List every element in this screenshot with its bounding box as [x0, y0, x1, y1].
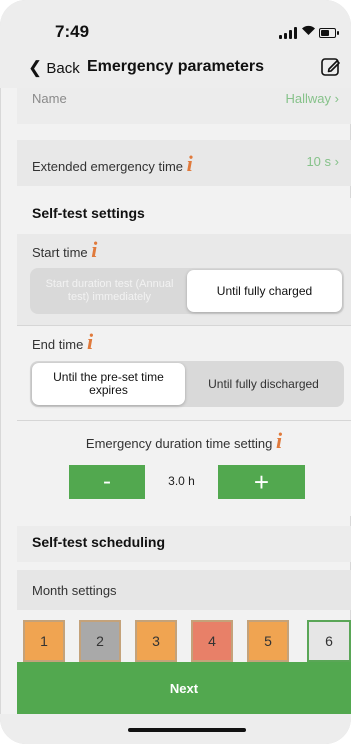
start-time-option-immediate[interactable]: Start duration test (Annual test) immedi… [32, 270, 187, 312]
end-time-label: End time i [32, 331, 93, 353]
name-row[interactable]: Name Hallway › [17, 88, 351, 124]
extended-emergency-time-value-text: 10 s [306, 154, 332, 169]
extended-emergency-time-label: Extended emergency time i [32, 153, 193, 175]
emergency-duration-label: Emergency duration time setting i [17, 430, 351, 452]
end-time-text: End time [32, 337, 84, 352]
month-settings-label: Month settings [32, 583, 117, 598]
home-indicator [128, 728, 246, 732]
self-test-settings-text: Self-test settings [32, 205, 145, 221]
extended-emergency-time-row[interactable]: Extended emergency time i 10 s › [17, 140, 351, 186]
info-icon[interactable]: i [91, 237, 97, 262]
start-time-label: Start time i [32, 239, 97, 261]
start-time-option-fully-charged[interactable]: Until fully charged [187, 270, 342, 312]
end-time-option-fully-discharged[interactable]: Until fully discharged [185, 363, 342, 405]
name-value: Hallway › [286, 91, 339, 106]
navigation-bar: ❮ Back Emergency parameters [0, 48, 351, 88]
month-button-6[interactable]: 6 [307, 620, 351, 662]
month-button-3[interactable]: 3 [135, 620, 177, 662]
duration-value: 3.0 h [168, 474, 195, 488]
page-title: Emergency parameters [87, 58, 264, 75]
wifi-icon [301, 24, 316, 39]
month-settings-row: Month settings [17, 570, 351, 610]
increase-duration-button[interactable]: + [218, 465, 305, 499]
phone-screen: 7:49 ❮ Back Emergency parameters Name Ha… [0, 0, 351, 744]
decrease-duration-button[interactable]: - [69, 465, 145, 499]
info-icon[interactable]: i [87, 329, 93, 354]
edit-icon[interactable] [320, 56, 342, 78]
month-button-1[interactable]: 1 [23, 620, 65, 662]
month-button-4[interactable]: 4 [191, 620, 233, 662]
end-time-segmented-control[interactable]: Until the pre-set time expires Until ful… [30, 361, 344, 407]
chevron-right-icon: › [334, 91, 339, 106]
chevron-right-icon: › [334, 154, 339, 169]
self-test-settings-header: Self-test settings [17, 198, 351, 234]
home-indicator-bar [0, 714, 351, 744]
emergency-duration-text: Emergency duration time setting [85, 436, 273, 451]
extended-emergency-time-text: Extended emergency time [32, 159, 184, 174]
self-test-scheduling-text: Self-test scheduling [32, 534, 166, 550]
name-label: Name [32, 91, 67, 106]
info-icon[interactable]: i [187, 151, 193, 176]
battery-icon [319, 28, 339, 38]
self-test-scheduling-header: Self-test scheduling [17, 526, 351, 562]
info-icon[interactable]: i [276, 428, 282, 453]
start-time-text: Start time [32, 245, 88, 260]
end-time-option-preset-time[interactable]: Until the pre-set time expires [32, 363, 185, 405]
month-button-2[interactable]: 2 [79, 620, 121, 662]
name-value-text: Hallway [285, 91, 332, 106]
next-button[interactable]: Next [17, 662, 351, 714]
status-bar: 7:49 [0, 0, 351, 48]
status-time: 7:49 [55, 22, 90, 41]
signal-icon [279, 27, 299, 39]
extended-emergency-time-value: 10 s › [306, 154, 339, 169]
month-button-5[interactable]: 5 [247, 620, 289, 662]
start-time-segmented-control[interactable]: Start duration test (Annual test) immedi… [30, 268, 344, 314]
